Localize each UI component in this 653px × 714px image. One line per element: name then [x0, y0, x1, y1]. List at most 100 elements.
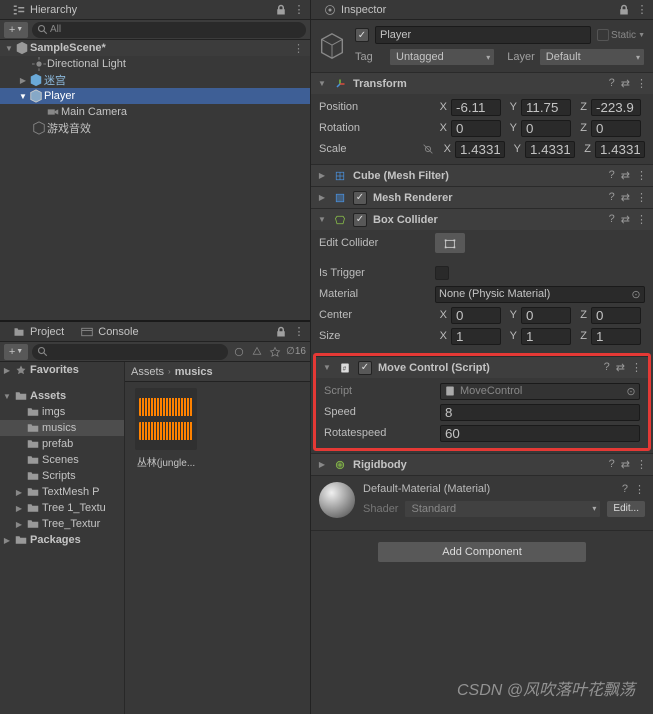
rotation-x[interactable]: [451, 120, 501, 137]
crumb[interactable]: musics: [175, 366, 213, 378]
foldout-icon[interactable]: ▼: [18, 92, 28, 101]
create-button[interactable]: +▼: [4, 344, 28, 360]
breadcrumb[interactable]: Assets › musics: [125, 362, 310, 382]
preset-icon[interactable]: ⇄: [621, 77, 630, 90]
rotation-z[interactable]: [591, 120, 641, 137]
lock-icon[interactable]: [274, 3, 288, 17]
context-menu-icon[interactable]: ⋮: [631, 361, 642, 374]
hierarchy-item[interactable]: Main Camera: [0, 104, 310, 120]
foldout-icon[interactable]: ▼: [4, 44, 14, 53]
edit-collider-button[interactable]: [435, 233, 465, 253]
movecontrol-header[interactable]: ▼ # ✓ Move Control (Script) ?⇄⋮: [316, 356, 648, 378]
gameobject-icon[interactable]: [315, 29, 349, 63]
folder-row[interactable]: musics: [0, 420, 124, 436]
size-y[interactable]: [521, 328, 571, 345]
center-x[interactable]: [451, 307, 501, 324]
layer-dropdown[interactable]: Default: [539, 48, 645, 66]
asset-item[interactable]: 丛林(jungle...: [131, 388, 201, 469]
folder-row[interactable]: ▶TextMesh P: [0, 484, 124, 500]
boxcollider-header[interactable]: ▼ ✓ Box Collider ?⇄⋮: [311, 208, 653, 230]
preset-icon[interactable]: ⇄: [616, 361, 625, 374]
folder-row[interactable]: Scenes: [0, 452, 124, 468]
project-search[interactable]: [32, 344, 228, 360]
edit-button[interactable]: Edit...: [607, 501, 645, 517]
enable-checkbox[interactable]: ✓: [353, 191, 367, 205]
tag-dropdown[interactable]: Untagged: [389, 48, 495, 66]
scene-row[interactable]: ▼ SampleScene* ⋮: [0, 40, 310, 56]
hierarchy-item[interactable]: Directional Light: [0, 56, 310, 72]
foldout-icon[interactable]: ▶: [317, 460, 327, 469]
create-button[interactable]: +▼: [4, 22, 28, 38]
meshrenderer-header[interactable]: ▶ ✓ Mesh Renderer ?⇄⋮: [311, 186, 653, 208]
foldout-icon[interactable]: ▶: [2, 366, 12, 375]
foldout-icon[interactable]: ▼: [317, 215, 327, 224]
position-z[interactable]: [591, 99, 641, 116]
add-component-button[interactable]: Add Component: [377, 541, 587, 563]
context-menu-icon[interactable]: ⋮: [636, 77, 647, 90]
foldout-icon[interactable]: ▶: [14, 504, 24, 513]
favorites-row[interactable]: ▶ Favorites: [0, 362, 124, 378]
help-icon[interactable]: ?: [609, 213, 615, 226]
favorite-icon[interactable]: [268, 345, 282, 359]
context-menu-icon[interactable]: ⋮: [636, 191, 647, 204]
filter-icon[interactable]: [232, 345, 246, 359]
context-menu-icon[interactable]: ⋮: [293, 42, 310, 55]
context-menu-icon[interactable]: ⋮: [292, 325, 306, 339]
position-y[interactable]: [521, 99, 571, 116]
preset-icon[interactable]: ⇄: [621, 191, 630, 204]
assets-folder[interactable]: ▼ Assets: [0, 388, 124, 404]
speed-field[interactable]: [440, 404, 640, 421]
preset-icon[interactable]: ⇄: [621, 213, 630, 226]
hierarchy-search[interactable]: All: [32, 22, 306, 38]
hierarchy-item[interactable]: ▶ 迷宫: [0, 72, 310, 88]
help-icon[interactable]: ?: [609, 77, 615, 90]
foldout-icon[interactable]: ▶: [18, 76, 28, 85]
scale-z[interactable]: [595, 141, 645, 158]
gameobject-name-field[interactable]: [375, 26, 591, 44]
folder-row[interactable]: prefab: [0, 436, 124, 452]
context-menu-icon[interactable]: ⋮: [636, 213, 647, 226]
foldout-icon[interactable]: ▶: [317, 171, 327, 180]
folder-row[interactable]: ▶Tree_Textur: [0, 516, 124, 532]
project-tab[interactable]: Project: [4, 323, 72, 341]
context-menu-icon[interactable]: ⋮: [292, 3, 306, 17]
rotatespeed-field[interactable]: [440, 425, 640, 442]
folder-row[interactable]: imgs: [0, 404, 124, 420]
context-menu-icon[interactable]: ⋮: [635, 3, 649, 17]
help-icon[interactable]: ?: [622, 483, 628, 496]
is-trigger-checkbox[interactable]: [435, 266, 449, 280]
static-toggle[interactable]: Static ▼: [597, 29, 645, 41]
scale-x[interactable]: [455, 141, 505, 158]
size-x[interactable]: [451, 328, 501, 345]
foldout-icon[interactable]: ▶: [317, 193, 327, 202]
console-tab[interactable]: Console: [72, 323, 146, 341]
enable-checkbox[interactable]: ✓: [358, 361, 372, 375]
hierarchy-item-selected[interactable]: ▼ Player: [0, 88, 310, 104]
crumb[interactable]: Assets: [131, 366, 164, 378]
foldout-icon[interactable]: ▶: [14, 520, 24, 529]
foldout-icon[interactable]: ▶: [14, 488, 24, 497]
filter-type-icon[interactable]: [250, 345, 264, 359]
context-menu-icon[interactable]: ⋮: [634, 483, 645, 496]
rotation-y[interactable]: [521, 120, 571, 137]
rigidbody-header[interactable]: ▶ Rigidbody ?⇄⋮: [311, 453, 653, 475]
folder-row[interactable]: ▶Tree 1_Textu: [0, 500, 124, 516]
help-icon[interactable]: ?: [604, 361, 610, 374]
foldout-icon[interactable]: ▼: [2, 392, 12, 401]
link-icon[interactable]: [421, 142, 435, 156]
position-x[interactable]: [451, 99, 501, 116]
hidden-count[interactable]: ∅16: [286, 346, 306, 357]
meshfilter-header[interactable]: ▶ Cube (Mesh Filter) ?⇄⋮: [311, 164, 653, 186]
lock-icon[interactable]: [617, 3, 631, 17]
preset-icon[interactable]: ⇄: [621, 169, 630, 182]
lock-icon[interactable]: [274, 325, 288, 339]
packages-folder[interactable]: ▶ Packages: [0, 532, 124, 548]
object-picker-icon[interactable]: ⊙: [623, 383, 639, 399]
folder-row[interactable]: Scripts: [0, 468, 124, 484]
hierarchy-tab[interactable]: Hierarchy: [4, 1, 85, 19]
physic-material-field[interactable]: None (Physic Material) ⊙: [435, 286, 645, 303]
size-z[interactable]: [591, 328, 641, 345]
foldout-icon[interactable]: ▶: [2, 536, 12, 545]
object-picker-icon[interactable]: ⊙: [628, 286, 644, 302]
transform-header[interactable]: ▼ Transform ?⇄⋮: [311, 72, 653, 94]
